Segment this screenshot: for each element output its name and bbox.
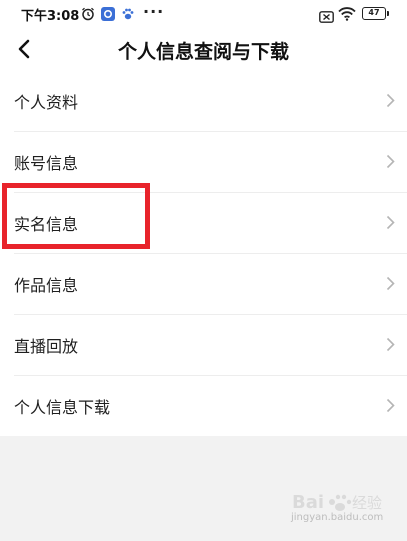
settings-list: 个人资料 账号信息 实名信息 作品信息 直播回放 个人信息下载: [0, 70, 407, 436]
list-item-label: 作品信息: [14, 275, 79, 295]
list-item-personal-profile[interactable]: 个人资料: [0, 70, 407, 131]
list-item-label: 个人信息下载: [14, 397, 111, 417]
chevron-right-icon: [386, 154, 395, 169]
paw-app-icon: [121, 6, 135, 25]
svg-text:经验: 经验: [352, 494, 382, 512]
navigation-header: 个人信息查阅与下载: [0, 28, 407, 70]
chevron-right-icon: [386, 398, 395, 413]
annotation-highlight-box: [2, 183, 150, 249]
list-item-label: 直播回放: [14, 336, 79, 356]
status-bar: 下午3:08 ··· 47: [0, 0, 407, 28]
chevron-right-icon: [386, 215, 395, 230]
alarm-icon: [81, 6, 95, 25]
list-item-works-info[interactable]: 作品信息: [0, 253, 407, 314]
chevron-right-icon: [386, 276, 395, 291]
wifi-icon: [338, 6, 356, 25]
list-item-label: 账号信息: [14, 153, 79, 173]
chevron-right-icon: [386, 337, 395, 352]
watermark-caption: jingyan.baidu.com: [291, 512, 384, 523]
list-item-live-replay[interactable]: 直播回放: [0, 314, 407, 375]
app-notification-icon: [101, 7, 115, 21]
list-item-personal-info-download[interactable]: 个人信息下载: [0, 375, 407, 436]
screen: 下午3:08 ··· 47 个人信息查阅与下载 个人资料 账号信息 实名信息 作…: [0, 0, 407, 541]
chevron-right-icon: [386, 93, 395, 108]
svg-text:Bai: Bai: [292, 492, 324, 513]
list-item-label: 个人资料: [14, 92, 79, 112]
more-dots-icon: ···: [143, 2, 165, 21]
status-time: 下午3:08: [21, 9, 80, 24]
sim-disabled-icon: [319, 8, 334, 27]
battery-indicator: 47: [362, 7, 389, 20]
page-title: 个人信息查阅与下载: [117, 41, 289, 63]
